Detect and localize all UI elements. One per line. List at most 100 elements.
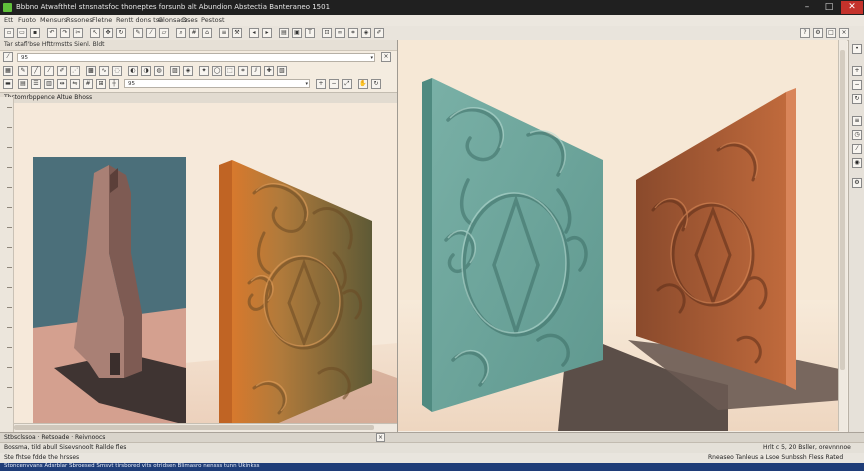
menu-item[interactable]: Pestost xyxy=(201,16,225,24)
bottom-tabs[interactable]: Stbsclssoa · Retsoade · Reivnoocs xyxy=(4,434,105,441)
menu-item[interactable]: Rssones xyxy=(66,16,93,24)
horizontal-scrollbar[interactable] xyxy=(0,423,397,432)
dodge-icon[interactable]: ◐ xyxy=(128,66,138,76)
airbrush-icon[interactable]: ⋰ xyxy=(70,66,80,76)
brush-icon[interactable]: ⁄ xyxy=(44,66,54,76)
align-left-icon[interactable]: ▤ xyxy=(18,79,28,89)
lock-icon[interactable]: ⊡ xyxy=(322,28,332,38)
wand-icon[interactable]: ✦ xyxy=(199,66,209,76)
options-icon[interactable]: ▦ xyxy=(3,66,13,76)
vertical-scrollbar[interactable] xyxy=(838,40,847,431)
layers-icon[interactable]: ≡ xyxy=(219,28,229,38)
pencil-icon[interactable]: ✎ xyxy=(18,66,28,76)
zoom-out-icon[interactable]: − xyxy=(329,79,339,89)
zoom-in-icon[interactable]: + xyxy=(852,66,862,76)
menu-item[interactable]: Mensurs xyxy=(40,16,67,24)
heal-icon[interactable]: ✚ xyxy=(264,66,274,76)
rotate-view-icon[interactable]: ↻ xyxy=(371,79,381,89)
tool-value-field[interactable]: 95 ▾ xyxy=(124,79,310,88)
rotate-icon[interactable]: ↻ xyxy=(852,94,862,104)
align-right-icon[interactable]: ▥ xyxy=(44,79,54,89)
hand-icon[interactable]: ✋ xyxy=(358,79,368,89)
select-icon[interactable]: ↖ xyxy=(90,28,100,38)
arrow-right-icon[interactable]: ▸ xyxy=(262,28,272,38)
crop-icon[interactable]: ⌗ xyxy=(348,28,358,38)
folder-icon[interactable]: ▤ xyxy=(279,28,289,38)
new-icon[interactable]: ▫ xyxy=(4,28,14,38)
smudge-icon[interactable]: ∿ xyxy=(99,66,109,76)
window-icon[interactable]: □ xyxy=(826,28,836,38)
fit-icon[interactable]: ⤢ xyxy=(342,79,352,89)
menu-item[interactable]: Fuoto xyxy=(18,16,36,24)
arrow-left-icon[interactable]: ◂ xyxy=(249,28,259,38)
line-icon[interactable]: ╱ xyxy=(31,66,41,76)
zoom-icon[interactable]: ⌕ xyxy=(176,28,186,38)
menu-item[interactable]: Fletne xyxy=(92,16,112,24)
chevron-down-icon[interactable]: ▾ xyxy=(370,54,373,62)
brush-icon[interactable]: ⁄ xyxy=(852,144,862,154)
blur-icon[interactable]: ◌ xyxy=(112,66,122,76)
flip-icon[interactable]: ⇋ xyxy=(70,79,80,89)
eyedropper-icon[interactable]: ✐ xyxy=(374,28,384,38)
patch-icon[interactable]: ▧ xyxy=(277,66,287,76)
menu-item[interactable]: Rentt dons tse xyxy=(116,16,163,24)
settings-icon[interactable]: ⚙ xyxy=(852,178,862,188)
rotate-icon[interactable]: ↻ xyxy=(116,28,126,38)
zoom-out-icon[interactable]: − xyxy=(852,80,862,90)
open-icon[interactable]: ▭ xyxy=(17,28,27,38)
right-canvas[interactable] xyxy=(398,40,844,431)
brush-icon[interactable]: ⁄ xyxy=(146,28,156,38)
gradient-icon[interactable]: ▨ xyxy=(170,66,180,76)
pen-icon[interactable]: ✐ xyxy=(57,66,67,76)
guides-icon[interactable]: ┼ xyxy=(109,79,119,89)
maximize-button[interactable]: □ xyxy=(818,1,840,14)
settings-icon[interactable]: ⚙ xyxy=(813,28,823,38)
align-center-icon[interactable]: ☰ xyxy=(31,79,41,89)
image-icon[interactable]: ▣ xyxy=(292,28,302,38)
marquee-icon[interactable]: ⬚ xyxy=(225,66,235,76)
eraser-icon[interactable]: ▱ xyxy=(159,28,169,38)
scroll-thumb[interactable] xyxy=(840,50,845,370)
history-icon[interactable]: ◷ xyxy=(852,130,862,140)
sponge-icon[interactable]: ◍ xyxy=(154,66,164,76)
right-viewport[interactable] xyxy=(398,40,844,431)
scroll-thumb[interactable] xyxy=(14,425,374,430)
snap-icon[interactable]: ⊞ xyxy=(96,79,106,89)
chevron-down-icon[interactable]: ▾ xyxy=(305,80,308,88)
redo-icon[interactable]: ↷ xyxy=(60,28,70,38)
pen-icon[interactable]: ✎ xyxy=(133,28,143,38)
brush-icon[interactable]: ⁄ xyxy=(3,52,13,62)
save-icon[interactable]: ▪ xyxy=(30,28,40,38)
property-field[interactable]: 95 ▾ xyxy=(17,53,375,62)
close-button[interactable]: ✕ xyxy=(841,1,863,14)
crop-icon[interactable]: ⌗ xyxy=(238,66,248,76)
minimize-button[interactable]: – xyxy=(796,1,818,14)
pin-icon[interactable]: • xyxy=(852,44,862,54)
tool-icon[interactable]: ⚒ xyxy=(232,28,242,38)
help-icon[interactable]: ? xyxy=(800,28,810,38)
zoom-in-icon[interactable]: + xyxy=(316,79,326,89)
undo-icon[interactable]: ↶ xyxy=(47,28,57,38)
close-icon[interactable]: × xyxy=(381,52,391,62)
home-icon[interactable]: ⌂ xyxy=(202,28,212,38)
move-icon[interactable]: ✥ xyxy=(103,28,113,38)
grid-icon[interactable]: # xyxy=(83,79,93,89)
bucket-icon[interactable]: ◈ xyxy=(183,66,193,76)
distribute-icon[interactable]: ⇹ xyxy=(57,79,67,89)
menu-item[interactable]: Ett xyxy=(4,16,13,24)
menu-item[interactable]: Dses xyxy=(182,16,198,24)
left-canvas[interactable] xyxy=(14,103,397,463)
color-icon[interactable]: ◉ xyxy=(852,158,862,168)
stamp-icon[interactable]: ▩ xyxy=(86,66,96,76)
text-icon[interactable]: T xyxy=(305,28,315,38)
link-icon[interactable]: ∞ xyxy=(335,28,345,38)
panel-close-icon[interactable]: × xyxy=(839,28,849,38)
ruler-icon[interactable]: ▬ xyxy=(3,79,13,89)
burn-icon[interactable]: ◑ xyxy=(141,66,151,76)
layers-icon[interactable]: ≡ xyxy=(852,116,862,126)
close-icon[interactable]: × xyxy=(376,433,385,442)
slice-icon[interactable]: ⫽ xyxy=(251,66,261,76)
lasso-icon[interactable]: ◯ xyxy=(212,66,222,76)
cut-icon[interactable]: ✂ xyxy=(73,28,83,38)
fill-icon[interactable]: ◈ xyxy=(361,28,371,38)
